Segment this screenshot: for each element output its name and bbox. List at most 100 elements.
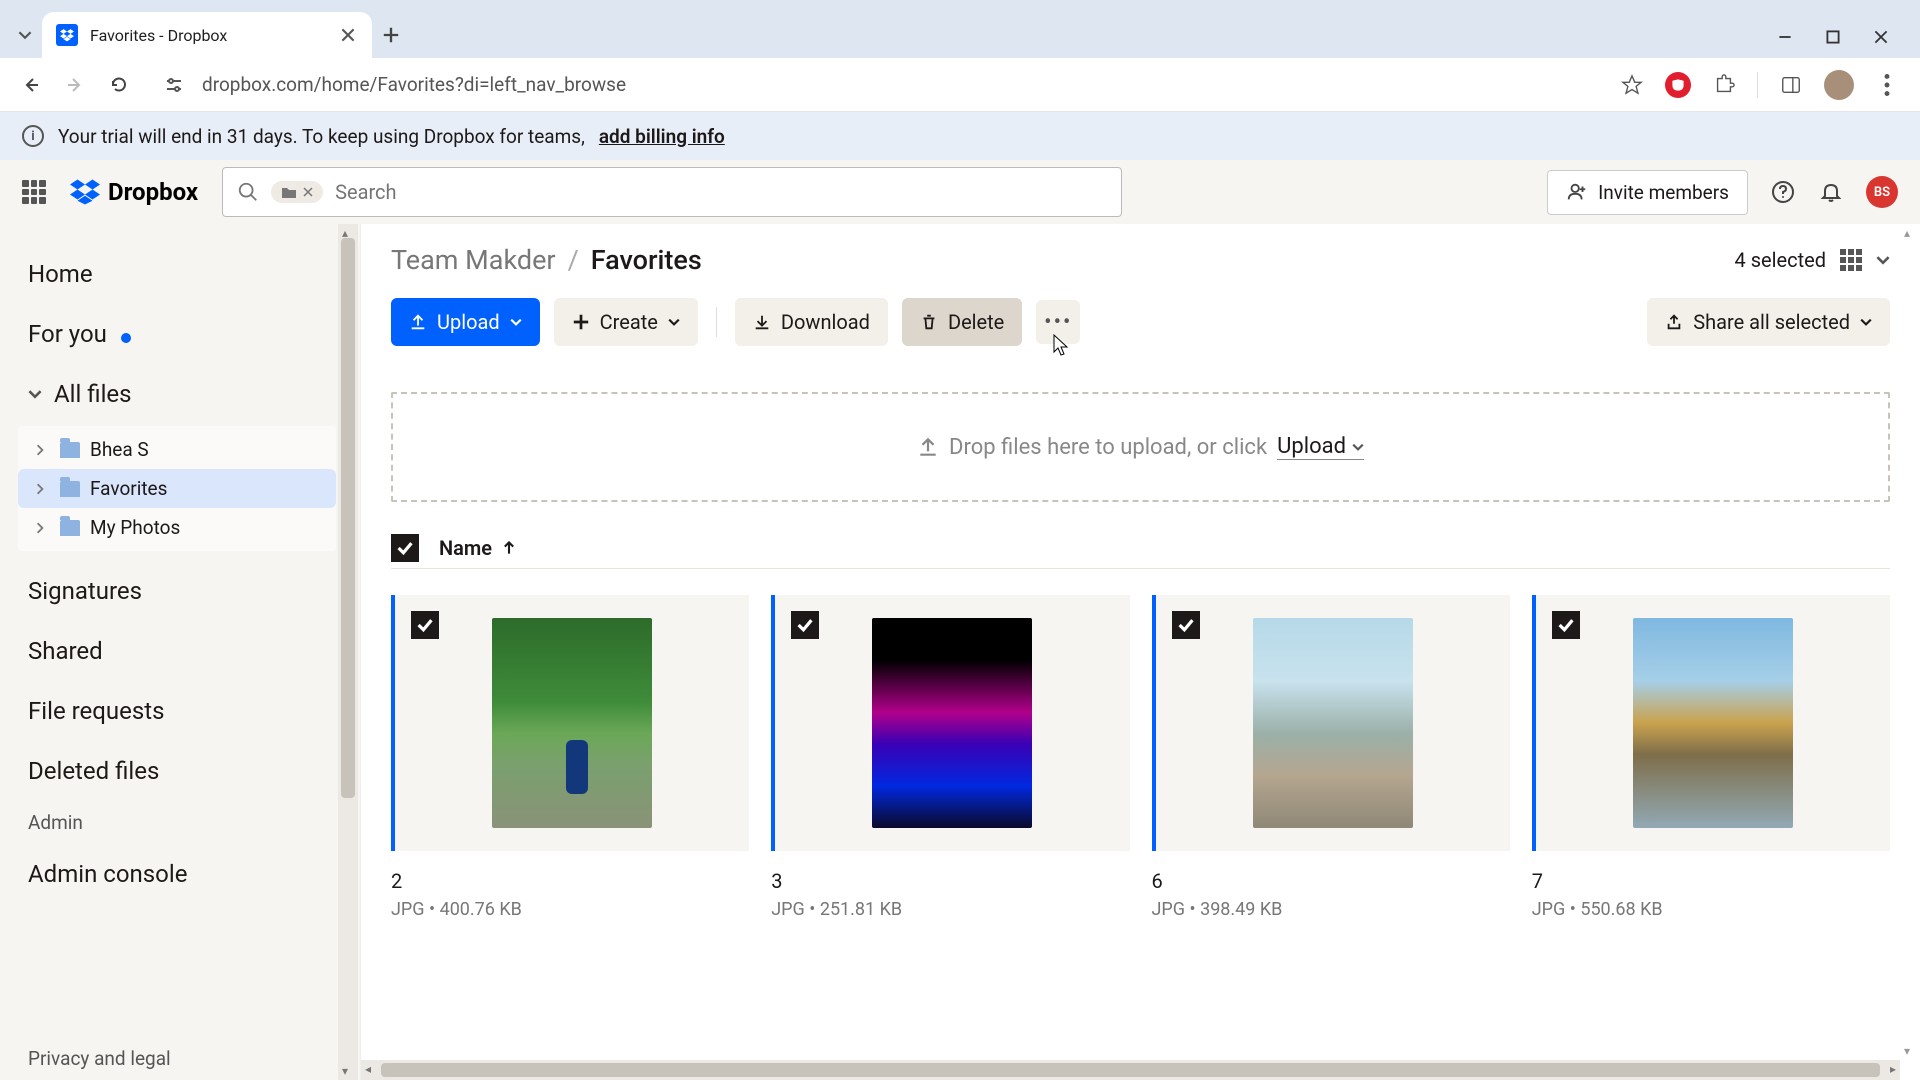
file-thumbnail: [1253, 618, 1413, 828]
file-card[interactable]: 6 JPG • 398.49 KB: [1152, 595, 1510, 920]
view-toggle-button[interactable]: [1840, 249, 1862, 271]
notifications-button[interactable]: [1818, 179, 1844, 205]
download-icon: [753, 313, 771, 331]
window-minimize-button[interactable]: [1778, 30, 1798, 44]
file-card[interactable]: 7 JPG • 550.68 KB: [1532, 595, 1890, 920]
url-text[interactable]: dropbox.com/home/Favorites?di=left_nav_b…: [202, 73, 626, 96]
star-icon: [1621, 74, 1643, 96]
sidebar-privacy-link[interactable]: Privacy and legal: [28, 1047, 171, 1070]
add-billing-link[interactable]: add billing info: [599, 125, 725, 148]
search-filter-chip[interactable]: [271, 181, 323, 203]
delete-button[interactable]: Delete: [902, 298, 1022, 346]
invite-members-button[interactable]: Invite members: [1547, 170, 1748, 215]
breadcrumb: Team Makder / Favorites: [391, 244, 702, 276]
back-button[interactable]: [14, 68, 48, 102]
dropzone[interactable]: Drop files here to upload, or click Uplo…: [391, 392, 1890, 502]
person-add-icon: [1566, 181, 1588, 203]
file-name: 2: [391, 869, 749, 893]
breadcrumb-current: Favorites: [591, 244, 702, 276]
folder-icon: [60, 442, 80, 458]
dropzone-text: Drop files here to upload, or click: [949, 435, 1267, 460]
tab-close-button[interactable]: [338, 25, 358, 45]
extensions-button[interactable]: [1711, 72, 1737, 98]
chevron-down-icon: [510, 316, 522, 328]
file-checkbox[interactable]: [411, 611, 439, 639]
download-label: Download: [781, 310, 870, 334]
folder-icon: [60, 520, 80, 536]
share-button[interactable]: Share all selected: [1647, 298, 1890, 346]
reload-button[interactable]: [102, 68, 136, 102]
file-card[interactable]: 2 JPG • 400.76 KB: [391, 595, 749, 920]
bell-icon: [1819, 180, 1843, 204]
app-launcher-button[interactable]: [22, 180, 46, 204]
create-label: Create: [600, 310, 658, 334]
sidebar-folder-favorites[interactable]: Favorites: [18, 469, 336, 508]
site-info-button[interactable]: [160, 71, 188, 99]
sidebar-admin-heading: Admin: [18, 801, 336, 844]
help-button[interactable]: [1770, 179, 1796, 205]
share-icon: [1665, 313, 1683, 331]
download-button[interactable]: Download: [735, 298, 888, 346]
for-you-label: For you: [28, 320, 107, 348]
file-card[interactable]: 3 JPG • 251.81 KB: [771, 595, 1129, 920]
column-header-name[interactable]: Name: [439, 536, 516, 560]
sidebar-shared[interactable]: Shared: [18, 621, 336, 681]
forward-button[interactable]: [58, 68, 92, 102]
select-all-checkbox[interactable]: [391, 534, 419, 562]
new-tab-button[interactable]: [372, 16, 410, 54]
check-icon: [397, 540, 413, 556]
sidebar-all-files[interactable]: All files: [18, 364, 336, 424]
file-checkbox[interactable]: [1172, 611, 1200, 639]
scrollbar-thumb[interactable]: [381, 1063, 1880, 1077]
bookmark-button[interactable]: [1619, 72, 1645, 98]
profile-avatar[interactable]: [1824, 70, 1854, 100]
info-icon: i: [22, 125, 44, 147]
sidebar-admin-console[interactable]: Admin console: [18, 844, 336, 904]
extension-ublock[interactable]: [1665, 72, 1691, 98]
horizontal-scrollbar[interactable]: ◂ ▸: [361, 1060, 1900, 1080]
window-maximize-button[interactable]: [1826, 30, 1846, 44]
chevron-right-icon: [34, 522, 50, 534]
file-name: 6: [1152, 869, 1510, 893]
dropbox-logo[interactable]: Dropbox: [70, 178, 198, 206]
search-box[interactable]: [222, 167, 1122, 217]
file-checkbox[interactable]: [791, 611, 819, 639]
sidebar-folder-bhea[interactable]: Bhea S: [18, 430, 336, 469]
window-close-button[interactable]: [1874, 30, 1894, 44]
sidepanel-button[interactable]: [1778, 72, 1804, 98]
chevron-right-icon: [34, 444, 50, 456]
sidebar-file-requests[interactable]: File requests: [18, 681, 336, 741]
user-avatar[interactable]: BS: [1866, 176, 1898, 208]
chevron-down-icon: [1352, 441, 1364, 453]
sidebar-scrollbar[interactable]: ▴ ▾: [338, 224, 358, 1080]
breadcrumb-team[interactable]: Team Makder: [391, 244, 556, 276]
sidebar-signatures[interactable]: Signatures: [18, 561, 336, 621]
sidebar-home[interactable]: Home: [18, 244, 336, 304]
share-label: Share all selected: [1693, 310, 1850, 334]
create-button[interactable]: Create: [554, 298, 698, 346]
browser-menu-button[interactable]: [1874, 72, 1900, 98]
sidebar-for-you[interactable]: For you: [18, 304, 336, 364]
tab-search-dropdown[interactable]: [8, 18, 42, 52]
delete-label: Delete: [948, 310, 1004, 334]
sidebar-deleted[interactable]: Deleted files: [18, 741, 336, 801]
close-icon: [341, 28, 355, 42]
chevron-down-icon: [28, 387, 44, 401]
file-checkbox[interactable]: [1552, 611, 1580, 639]
help-icon: [1771, 180, 1795, 204]
dropzone-upload-link[interactable]: Upload: [1277, 434, 1364, 460]
search-input[interactable]: [335, 180, 1107, 204]
close-icon[interactable]: [303, 187, 313, 197]
upload-button[interactable]: Upload: [391, 298, 540, 346]
main-scrollbar[interactable]: ▴ ▾: [1900, 224, 1920, 1060]
browser-tab[interactable]: Favorites - Dropbox: [42, 12, 372, 58]
folder-icon: [60, 481, 80, 497]
chevron-down-icon[interactable]: [1876, 253, 1890, 267]
dropbox-logo-icon: [70, 179, 100, 205]
scrollbar-thumb[interactable]: [341, 238, 355, 798]
file-thumbnail: [492, 618, 652, 828]
chevron-down-icon: [1860, 316, 1872, 328]
tune-icon: [164, 75, 184, 95]
file-name: 3: [771, 869, 1129, 893]
sidebar-folder-myphotos[interactable]: My Photos: [18, 508, 336, 547]
